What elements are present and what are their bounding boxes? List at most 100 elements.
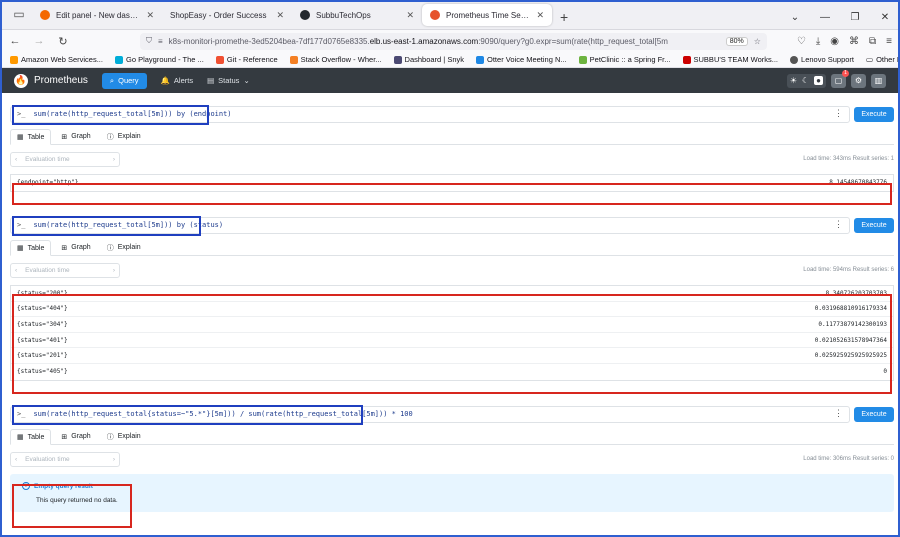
bookmark-star-icon[interactable]: ☆: [754, 37, 761, 46]
sun-icon[interactable]: ☀: [790, 76, 797, 85]
query-stats: Load time: 343ms Result series: 1: [803, 156, 894, 162]
pocket-icon[interactable]: ♡: [797, 36, 806, 47]
extensions-icon[interactable]: ⧉: [869, 36, 876, 47]
bookmark-item[interactable]: Lenovo Support: [790, 55, 854, 64]
browser-tab-2[interactable]: SubbuTechOps ✕: [292, 3, 422, 27]
tab-overview-icon[interactable]: ▭: [6, 1, 32, 27]
forward-icon[interactable]: →: [32, 35, 46, 47]
zoom-level[interactable]: 80%: [725, 36, 748, 46]
nav-query[interactable]: ⌕ Query: [101, 72, 147, 89]
browser-tab-0[interactable]: Edit panel - New dashboard - D ✕: [32, 3, 162, 27]
maximize-icon[interactable]: ❐: [840, 12, 870, 23]
execute-button[interactable]: Execute: [854, 106, 894, 122]
bookmark-item[interactable]: Go Playground - The ...: [114, 55, 204, 64]
chevron-right-icon[interactable]: ›: [113, 156, 115, 163]
chevron-down-icon: ⌄: [243, 76, 250, 85]
kebab-menu-icon[interactable]: ⋮: [834, 220, 843, 230]
window-controls: ⌄ — ❐ ✕: [780, 12, 900, 23]
tab-explain[interactable]: ⓘ Explain: [101, 240, 147, 255]
expression-input[interactable]: >_ sum(rate(http_request_total[5m])) by …: [10, 105, 850, 123]
theme-toggle: ☀ ☾ ●: [786, 73, 826, 88]
bookmark-item[interactable]: PetClinic :: a Spring Fr...: [578, 55, 671, 64]
expression-input[interactable]: >_ sum(rate(http_request_total[5m])) by …: [10, 216, 850, 234]
table-row: {endpoint="http"} 8.14548670843776: [17, 179, 887, 187]
graph-icon: ⊞: [61, 133, 68, 141]
tab-table[interactable]: ▦ Table: [10, 429, 52, 445]
chevron-right-icon[interactable]: ›: [113, 456, 115, 463]
table-row: {status="201"} 0.025925925925925925: [11, 348, 893, 364]
close-window-icon[interactable]: ✕: [870, 12, 900, 23]
close-icon[interactable]: ✕: [276, 10, 284, 21]
bookmark-favicon-icon: [10, 55, 18, 64]
expression-input[interactable]: >_ sum(rate(http_request_total{status=~"…: [10, 405, 850, 423]
gear-icon[interactable]: ⚙: [851, 73, 866, 88]
evaluation-time-input[interactable]: ‹ Evaluation time ›: [10, 262, 120, 278]
close-icon[interactable]: ✕: [146, 10, 154, 21]
url-bar[interactable]: ⛉ ≡ k8s-monitori-promethe-3ed5204bea-7df…: [140, 32, 767, 50]
prometheus-favicon-icon: [430, 10, 440, 20]
bookmark-item[interactable]: Dashboard | Snyk: [393, 55, 464, 64]
bookmark-favicon-icon: [289, 55, 298, 64]
bookmark-item[interactable]: SUBBU'S TEAM Works...: [682, 55, 778, 64]
graph-icon: ⊞: [61, 433, 68, 441]
kebab-menu-icon[interactable]: ⋮: [834, 409, 843, 419]
bookmark-item[interactable]: Stack Overflow - Wher...: [289, 55, 382, 64]
account-icon[interactable]: ◉: [830, 36, 839, 47]
chevron-right-icon[interactable]: ›: [113, 267, 115, 274]
bookmark-item[interactable]: Git - Reference: [215, 55, 278, 64]
close-icon[interactable]: ✕: [536, 10, 544, 21]
close-icon[interactable]: ✕: [406, 10, 414, 21]
shield-icon[interactable]: ⛉: [146, 36, 152, 46]
url-text[interactable]: k8s-monitori-promethe-3ed5204bea-7df177d…: [169, 37, 720, 46]
tab-table[interactable]: ▦ Table: [10, 129, 52, 145]
prometheus-logo[interactable]: 🔥 Prometheus: [14, 73, 88, 88]
folder-icon: ▭: [866, 55, 874, 64]
github-icon: [300, 10, 310, 20]
execute-button[interactable]: Execute: [854, 217, 894, 233]
other-bookmarks[interactable]: ▭Other Bookmarks: [866, 55, 900, 64]
evaluation-time-input[interactable]: ‹ Evaluation time ›: [10, 151, 120, 167]
browser-tab-3[interactable]: Prometheus Time Series Collect ✕: [422, 4, 552, 26]
back-icon[interactable]: ←: [8, 35, 22, 47]
nav-alerts[interactable]: 🔔 Alerts: [161, 76, 194, 85]
menu-icon[interactable]: ≡: [886, 36, 892, 47]
table-row: {status="304"} 0.11773879142300193: [11, 317, 893, 333]
page-info-icon[interactable]: ≡: [158, 37, 163, 46]
tab-table[interactable]: ▦ Table: [10, 240, 52, 256]
new-tab-icon[interactable]: +: [552, 9, 576, 25]
prompt-icon: >_: [17, 410, 26, 418]
tab-graph[interactable]: ⊞ Graph: [55, 240, 96, 255]
chevron-left-icon[interactable]: ‹: [15, 156, 17, 163]
chevron-left-icon[interactable]: ‹: [15, 267, 17, 274]
tab-graph[interactable]: ⊞ Graph: [55, 429, 96, 444]
tab-graph[interactable]: ⊞ Graph: [55, 129, 96, 144]
table-icon: ▦: [17, 245, 24, 252]
bookmark-favicon-icon: [393, 55, 402, 64]
minimize-icon[interactable]: —: [810, 12, 840, 23]
extension-icon[interactable]: ⌘: [849, 36, 859, 47]
tab-explain[interactable]: ⓘ Explain: [101, 429, 147, 444]
info-icon: ⓘ: [106, 133, 114, 141]
tab-list-icon[interactable]: ⌄: [780, 12, 810, 23]
bookmark-item[interactable]: Amazon Web Services...: [10, 55, 103, 64]
tab-explain[interactable]: ⓘ Explain: [101, 129, 147, 144]
news-icon[interactable]: ▢ 1: [831, 69, 849, 88]
evaluation-time-input[interactable]: ‹ Evaluation time ›: [10, 451, 120, 467]
execute-button[interactable]: Execute: [854, 406, 894, 422]
user-theme-icon[interactable]: ●: [814, 76, 823, 85]
nav-status[interactable]: ▤ Status ⌄: [207, 76, 250, 85]
browser-tab-1[interactable]: ShopEasy - Order Success ✕: [162, 3, 292, 27]
book-icon[interactable]: ▥: [871, 73, 886, 88]
bell-icon: 🔔: [160, 76, 170, 85]
bookmarks-bar: Amazon Web Services... Go Playground - T…: [0, 52, 900, 68]
result-tabs: ▦ Table ⊞ Graph ⓘ Explain: [10, 429, 894, 445]
downloads-icon[interactable]: ⤓: [816, 36, 820, 47]
table-row: {status="404"} 0.031968810916179334: [11, 302, 893, 318]
toolbar-right: ♡ ⤓ ◉ ⌘ ⧉ ≡: [797, 36, 892, 47]
bookmark-item[interactable]: Otter Voice Meeting N...: [476, 55, 567, 64]
reload-icon[interactable]: ↻: [56, 35, 70, 48]
chevron-left-icon[interactable]: ‹: [15, 456, 17, 463]
kebab-menu-icon[interactable]: ⋮: [834, 109, 843, 119]
browser-tab-strip: ▭ Edit panel - New dashboard - D ✕ ShopE…: [0, 0, 900, 30]
moon-icon[interactable]: ☾: [802, 76, 809, 85]
